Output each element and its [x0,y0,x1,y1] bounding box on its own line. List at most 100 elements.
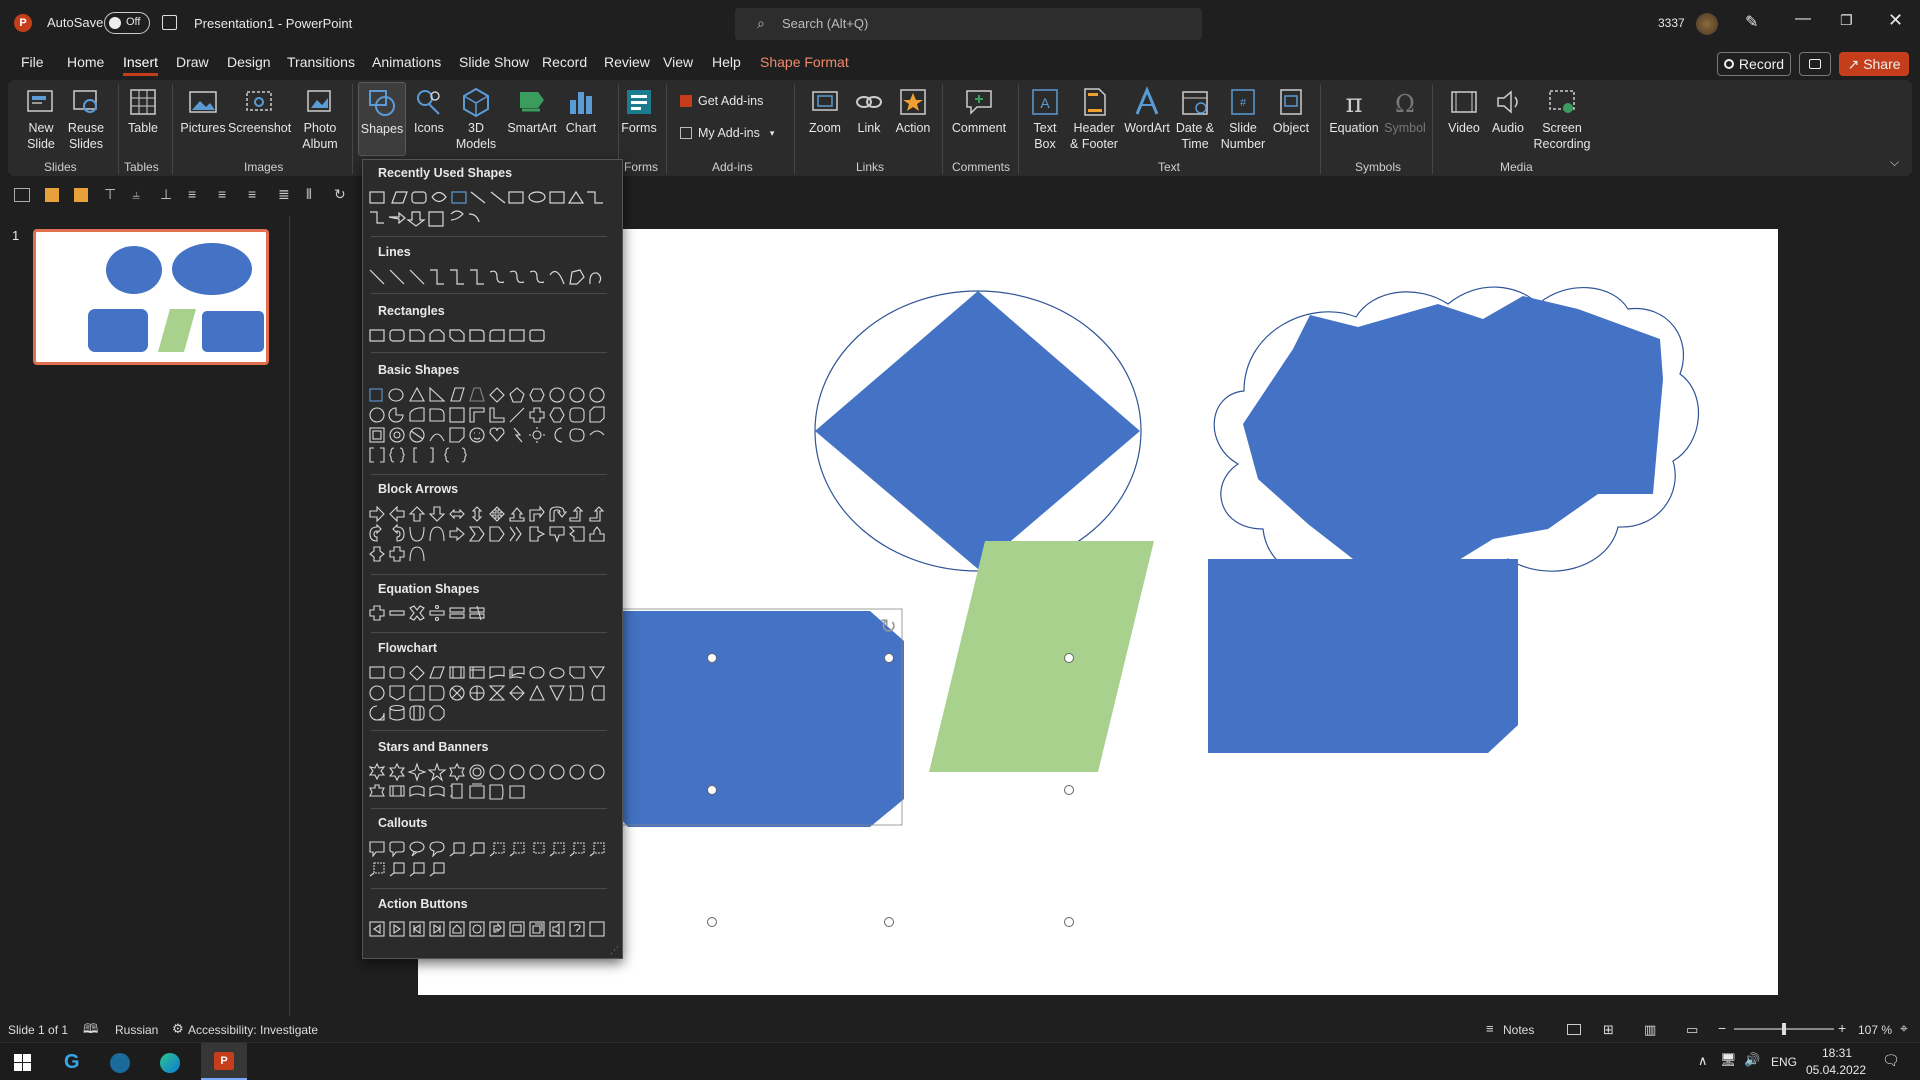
chart-button[interactable]: Chart [562,86,600,136]
save-icon[interactable] [162,15,177,30]
symbol-button[interactable]: Ω Symbol [1384,86,1426,136]
align-icon[interactable] [14,188,30,202]
rotate-icon[interactable]: ↻ [334,186,346,203]
tab-draw[interactable]: Draw [176,54,209,70]
slide-sorter-icon[interactable]: ⊞ [1603,1022,1614,1038]
fit-slide-icon[interactable]: ⌖ [1900,1020,1908,1037]
resize-handle[interactable] [1064,917,1074,927]
tab-record[interactable]: Record [542,54,587,70]
align-right-icon[interactable]: ≡ [248,186,256,202]
pictures-button[interactable]: Pictures [180,86,226,136]
text-box-button[interactable]: A Text Box [1026,86,1064,152]
lines-row[interactable] [367,267,607,287]
language-label[interactable]: Russian [115,1023,158,1037]
audio-button[interactable]: Audio [1488,86,1528,136]
slide-thumbnail[interactable] [33,229,269,365]
tab-file[interactable]: File [21,54,44,70]
network-icon[interactable]: 🖥 [1720,1052,1737,1068]
tray-expand-icon[interactable]: ∧ [1698,1053,1708,1069]
language-indicator[interactable]: ENG [1771,1055,1797,1069]
tab-design[interactable]: Design [227,54,271,70]
reading-view-icon[interactable]: ▥ [1644,1022,1656,1038]
clock-time[interactable]: 18:31 [1822,1046,1852,1060]
tab-shape-format[interactable]: Shape Format [760,54,849,70]
windows-start-icon[interactable] [14,1054,31,1071]
restore-icon[interactable]: ❐ [1840,12,1853,29]
shapes-button[interactable]: Shapes [358,82,406,156]
zoom-button[interactable]: Zoom [804,86,846,136]
align-bottom-icon[interactable]: ⊥ [160,186,172,203]
tab-review[interactable]: Review [604,54,650,70]
tab-insert[interactable]: Insert [123,54,159,76]
action-buttons-row[interactable] [367,919,607,939]
reuse-slides-button[interactable]: Reuse Slides [66,86,106,152]
video-button[interactable]: Video [1444,86,1484,136]
slideshow-icon[interactable]: ▭ [1686,1022,1698,1038]
resize-handle[interactable] [1064,653,1074,663]
object-button[interactable]: Object [1270,86,1312,136]
notification-icon[interactable]: 🗨 [1882,1052,1900,1069]
link-button[interactable]: Link [852,86,886,136]
zoom-slider-thumb[interactable] [1782,1023,1786,1035]
photo-album-button[interactable]: Photo Album [298,86,342,152]
equation-button[interactable]: π Equation [1326,86,1382,136]
autosave-toggle[interactable]: Off [104,12,150,37]
rotate-handle-icon[interactable]: ↻ [880,614,897,639]
block-arrows-grid[interactable] [367,504,607,564]
icons-button[interactable]: Icons [410,86,448,136]
minimize-icon[interactable]: — [1795,10,1811,28]
wordart-button[interactable]: WordArt [1122,86,1172,136]
tab-home[interactable]: Home [67,54,104,70]
zoom-out-icon[interactable]: − [1718,1020,1726,1036]
share-button[interactable]: ↗ Share [1839,52,1909,76]
ribbon-collapse-icon[interactable]: ⌵ [1890,155,1899,170]
spelling-check-icon[interactable]: 🕮 [83,1020,98,1042]
comment-button[interactable]: Comment [948,86,1010,136]
new-slide-button[interactable]: New Slide [20,86,62,152]
tab-animations[interactable]: Animations [372,54,441,70]
resize-handle[interactable] [1064,785,1074,795]
align-top-icon[interactable]: ⊤ [104,186,116,203]
pen-icon[interactable]: ✎ [1745,12,1758,32]
resize-handle[interactable] [707,785,717,795]
normal-view-icon[interactable] [1567,1024,1581,1035]
my-addins-button[interactable]: My Add-ins ▾ [680,125,774,141]
flowchart-grid[interactable] [367,663,607,723]
record-button[interactable]: Record [1717,52,1791,76]
logitech-app-icon[interactable]: G [64,1051,80,1074]
volume-icon[interactable]: 🔊 [1744,1052,1760,1068]
clock-date[interactable]: 05.04.2022 [1806,1063,1866,1077]
get-addins-button[interactable]: Get Add-ins [680,93,763,109]
powerpoint-taskbar-button[interactable]: P [201,1043,247,1080]
stars-banners-grid[interactable] [367,762,607,802]
recent-shapes-row[interactable] [367,190,607,230]
user-avatar[interactable] [1696,13,1718,35]
equation-shapes-row[interactable] [367,603,607,623]
basic-shapes-grid[interactable] [367,385,607,465]
resize-handle[interactable] [707,917,717,927]
table-button[interactable]: Table [124,86,162,136]
forms-button[interactable]: Forms [618,86,660,136]
screenshot-button[interactable]: Screenshot [228,86,291,136]
accessibility-label[interactable]: Accessibility: Investigate [188,1023,318,1037]
distribute-h-icon[interactable]: ⫴ [306,186,312,203]
action-button[interactable]: Action [892,86,934,136]
zoom-slider[interactable] [1734,1023,1834,1035]
smartart-button[interactable]: SmartArt [506,86,558,136]
edge-app-icon[interactable] [160,1053,180,1073]
tab-help[interactable]: Help [712,54,741,70]
date-time-button[interactable]: Date & Time [1174,86,1216,152]
zoom-level[interactable]: 107 % [1858,1023,1892,1037]
header-footer-button[interactable]: Header & Footer [1068,86,1120,152]
search-box[interactable]: ⌕ Search (Alt+Q) [735,8,1202,40]
resize-grip-icon[interactable]: ⋰ [610,945,619,956]
comments-button[interactable] [1799,52,1831,76]
align-middle-icon[interactable]: ⫨ [132,186,140,203]
resize-handle[interactable] [707,653,717,663]
resize-handle[interactable] [884,917,894,927]
slide-number-button[interactable]: # Slide Number [1220,86,1266,152]
notes-button[interactable]: Notes [1503,1023,1534,1037]
tab-slide-show[interactable]: Slide Show [459,54,529,70]
zoom-in-icon[interactable]: + [1838,1020,1846,1036]
close-icon[interactable]: ✕ [1888,10,1903,31]
